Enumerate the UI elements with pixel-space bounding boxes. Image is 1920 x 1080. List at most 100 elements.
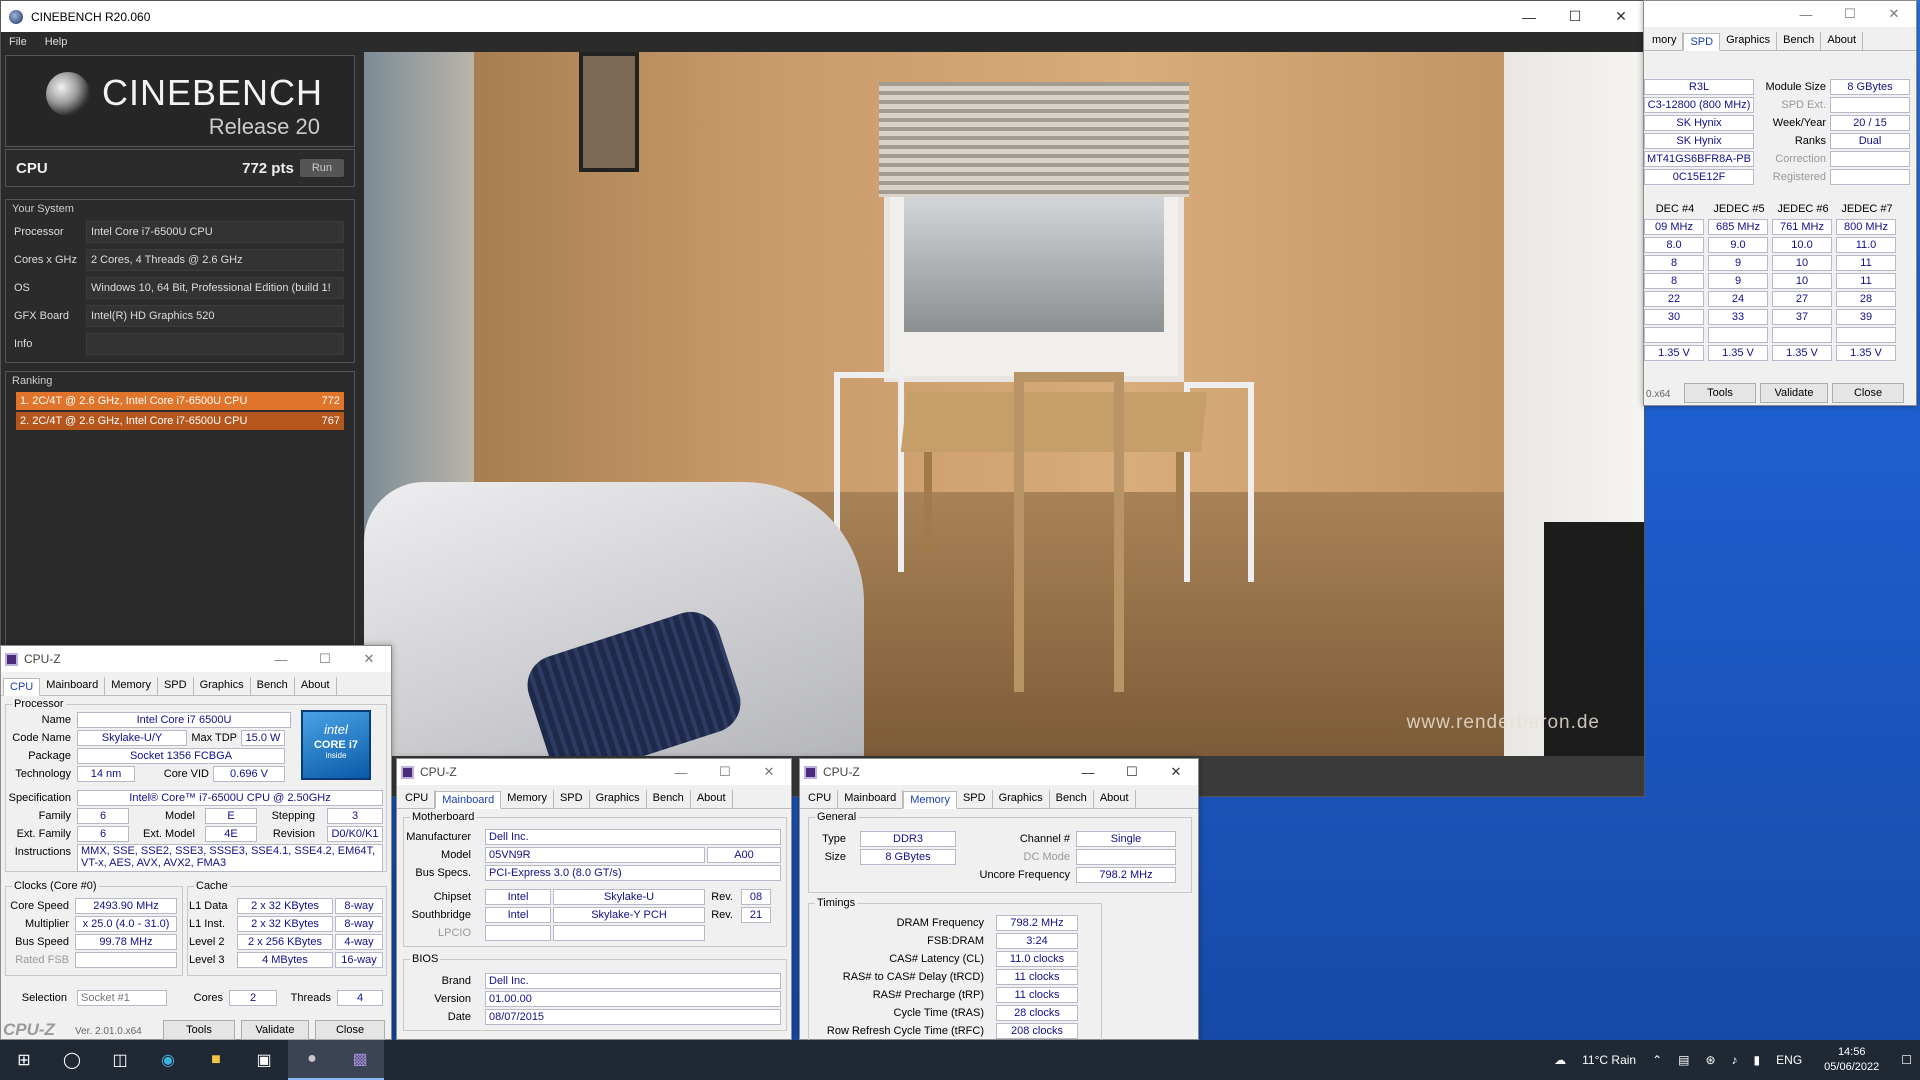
- tab-cpu[interactable]: CPU: [802, 790, 839, 808]
- validate-button[interactable]: Validate: [1760, 383, 1828, 403]
- system-row: Cores x GHz 2 Cores, 4 Threads @ 2.6 GHz: [6, 246, 354, 274]
- file-explorer-icon[interactable]: ■: [192, 1040, 240, 1080]
- dcmode-label: DC Mode: [1023, 851, 1070, 863]
- close-icon[interactable]: ✕: [1872, 6, 1916, 22]
- ranking-entry[interactable]: 2. 2C/4T @ 2.6 GHz, Intel Core i7-6500U …: [16, 412, 344, 430]
- maximize-icon[interactable]: ☐: [303, 651, 347, 667]
- cinema4d-sphere-icon: [46, 72, 90, 116]
- jedec-cell: 09 MHz: [1644, 219, 1704, 235]
- clock[interactable]: 14:56 05/06/2022: [1824, 1045, 1879, 1075]
- wifi-icon[interactable]: ⊛: [1705, 1053, 1715, 1067]
- tab-graphics[interactable]: Graphics: [590, 790, 647, 808]
- tab-memory[interactable]: Memory: [105, 677, 158, 695]
- cinebench-taskbar-icon[interactable]: ●: [288, 1040, 336, 1080]
- tab-spd[interactable]: SPD: [158, 677, 194, 695]
- tab-graphics[interactable]: Graphics: [993, 790, 1050, 808]
- weather-text[interactable]: 11°C Rain: [1582, 1053, 1636, 1067]
- task-view-icon[interactable]: ◫: [96, 1040, 144, 1080]
- cinebench-title: CINEBENCH R20.060: [31, 9, 151, 24]
- tools-button[interactable]: Tools: [1684, 383, 1756, 403]
- menu-file[interactable]: File: [9, 36, 27, 48]
- cpuz-title: CPU-Z: [420, 765, 457, 779]
- tab-mainboard[interactable]: Mainboard: [40, 677, 106, 695]
- tab-about[interactable]: About: [1094, 790, 1136, 808]
- spd-left-value: 0C15E12F: [1644, 169, 1754, 185]
- system-row: GFX Board Intel(R) HD Graphics 520: [6, 302, 354, 330]
- tab-memory[interactable]: mory: [1646, 32, 1684, 50]
- corevid-field: 0.696 V: [213, 766, 285, 782]
- maximize-icon[interactable]: ☐: [703, 764, 747, 780]
- info-field[interactable]: [86, 333, 344, 355]
- cpuz-brand: CPU-Z: [3, 1020, 55, 1039]
- jedec-cell: 1.35 V: [1772, 345, 1832, 361]
- jedec-header: JEDEC #7: [1841, 203, 1893, 215]
- run-button[interactable]: Run: [299, 159, 344, 177]
- system-key: Info: [14, 338, 33, 350]
- tab-bench[interactable]: Bench: [1777, 32, 1822, 50]
- tab-mainboard[interactable]: Mainboard: [838, 790, 904, 808]
- device-icon[interactable]: ▤: [1678, 1053, 1689, 1067]
- validate-button[interactable]: Validate: [241, 1020, 309, 1040]
- maximize-icon[interactable]: ☐: [1828, 6, 1872, 22]
- channel-field: Single: [1076, 831, 1176, 847]
- tab-bench[interactable]: Bench: [647, 790, 691, 808]
- socket-select[interactable]: Socket #1: [77, 990, 167, 1006]
- tab-memory[interactable]: Memory: [501, 790, 554, 808]
- tab-about[interactable]: About: [295, 677, 337, 695]
- tools-button[interactable]: Tools: [163, 1020, 235, 1040]
- notifications-icon[interactable]: ☐: [1901, 1053, 1912, 1067]
- tab-memory[interactable]: Memory: [903, 791, 957, 809]
- close-icon[interactable]: ✕: [747, 764, 791, 780]
- tab-cpu[interactable]: CPU: [399, 790, 436, 808]
- store-icon[interactable]: ▣: [240, 1040, 288, 1080]
- tab-spd[interactable]: SPD: [554, 790, 590, 808]
- language-indicator[interactable]: ENG: [1776, 1053, 1802, 1067]
- search-icon[interactable]: ◯: [48, 1040, 96, 1080]
- minimize-icon[interactable]: —: [1784, 7, 1828, 22]
- jedec-cell: 10: [1772, 255, 1832, 271]
- tab-bench[interactable]: Bench: [1050, 790, 1094, 808]
- cpuz-tabs: CPU Mainboard Memory SPD Graphics Bench …: [800, 789, 1198, 809]
- volume-icon[interactable]: ♪: [1732, 1053, 1738, 1067]
- windows-start-icon[interactable]: ⊞: [0, 1040, 48, 1080]
- jedec-cell: 10.0: [1772, 237, 1832, 253]
- chipset-name-field: Skylake-U: [553, 889, 705, 905]
- model-revision-field: A00: [707, 847, 781, 863]
- southbridge-label: Southbridge: [411, 909, 471, 921]
- close-icon[interactable]: ✕: [1598, 1, 1644, 32]
- spd-right-label: Correction: [1775, 153, 1826, 165]
- weather-cloud-icon[interactable]: ☁: [1554, 1053, 1566, 1067]
- edge-browser-icon[interactable]: ◉: [144, 1040, 192, 1080]
- tab-about[interactable]: About: [691, 790, 733, 808]
- close-icon[interactable]: ✕: [347, 651, 391, 667]
- minimize-icon[interactable]: —: [259, 652, 303, 667]
- tab-spd[interactable]: SPD: [957, 790, 993, 808]
- minimize-icon[interactable]: —: [1506, 1, 1552, 32]
- close-button[interactable]: Close: [315, 1020, 385, 1040]
- extfamily-field: 6: [77, 826, 129, 842]
- jedec-cell: 28: [1836, 291, 1896, 307]
- tab-spd[interactable]: SPD: [1683, 33, 1721, 51]
- minimize-icon[interactable]: —: [659, 765, 703, 780]
- close-icon[interactable]: ✕: [1154, 764, 1198, 780]
- maximize-icon[interactable]: ☐: [1110, 764, 1154, 780]
- tab-graphics[interactable]: Graphics: [1720, 32, 1778, 50]
- timing-label: CAS# Latency (CL): [889, 953, 984, 965]
- timing-value: 11 clocks: [996, 987, 1078, 1003]
- stepping-label: Stepping: [271, 810, 315, 822]
- battery-icon[interactable]: ▮: [1754, 1053, 1761, 1067]
- maxtdp-field: 15.0 W: [241, 730, 285, 746]
- tab-mainboard[interactable]: Mainboard: [435, 791, 502, 809]
- close-button[interactable]: Close: [1832, 383, 1904, 403]
- maximize-icon[interactable]: ☐: [1552, 1, 1598, 32]
- tab-cpu[interactable]: CPU: [3, 678, 41, 696]
- ranking-entry[interactable]: 1. 2C/4T @ 2.6 GHz, Intel Core i7-6500U …: [16, 392, 344, 410]
- cpuz-taskbar-icon[interactable]: ▩: [336, 1040, 384, 1080]
- tab-about[interactable]: About: [1821, 32, 1864, 50]
- tab-bench[interactable]: Bench: [251, 677, 295, 695]
- minimize-icon[interactable]: —: [1066, 765, 1110, 780]
- timings-legend: Timings: [815, 897, 858, 909]
- menu-help[interactable]: Help: [45, 36, 68, 48]
- chevron-up-icon[interactable]: ⌃: [1652, 1053, 1662, 1067]
- tab-graphics[interactable]: Graphics: [194, 677, 251, 695]
